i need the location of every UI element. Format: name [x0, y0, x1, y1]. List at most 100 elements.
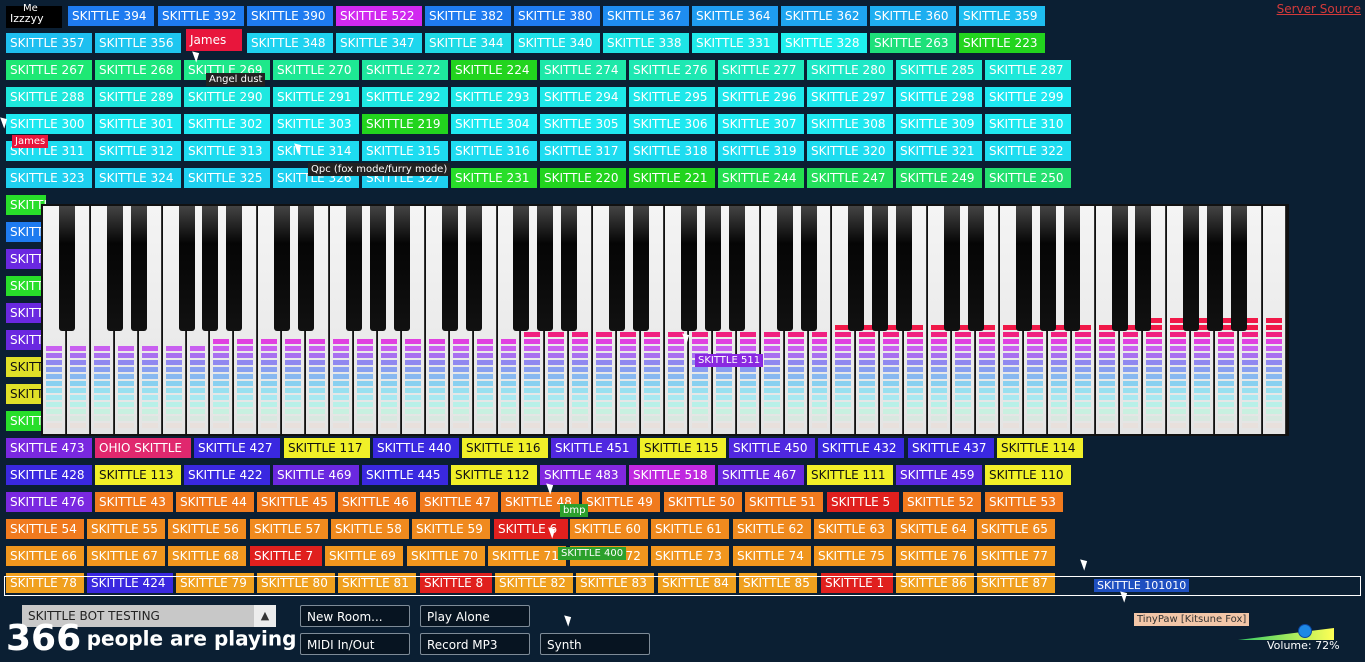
meter-segment: [189, 374, 206, 379]
meter-segment: [237, 388, 254, 393]
meter-segment: [763, 388, 780, 393]
meter-segment: [1218, 388, 1235, 393]
piano-black-key[interactable]: [1111, 206, 1128, 331]
piano-black-key[interactable]: [1207, 206, 1224, 331]
piano-black-key[interactable]: [872, 206, 889, 331]
piano-black-key[interactable]: [776, 206, 793, 331]
piano-black-key[interactable]: [561, 206, 578, 331]
piano-black-key[interactable]: [680, 206, 697, 331]
key-volume-meter: [189, 346, 206, 428]
meter-segment: [955, 409, 971, 414]
player-name-tag: SKITTLE 59: [412, 519, 490, 539]
player-name-tag: SKITTLE 74: [733, 546, 811, 566]
piano-white-key[interactable]: [1263, 206, 1286, 434]
piano-black-key[interactable]: [896, 206, 913, 331]
key-volume-meter: [691, 332, 708, 428]
meter-segment: [380, 423, 397, 428]
record-mp3-button[interactable]: Record MP3: [420, 633, 530, 655]
piano-black-key[interactable]: [1015, 206, 1032, 331]
volume-slider[interactable]: [1238, 624, 1334, 640]
piano-black-key[interactable]: [537, 206, 554, 331]
piano-black-key[interactable]: [848, 206, 865, 331]
piano-black-key[interactable]: [130, 206, 147, 331]
meter-segment: [69, 360, 86, 365]
meter-segment: [907, 346, 924, 351]
piano-black-key[interactable]: [609, 206, 626, 331]
meter-segment: [1266, 381, 1282, 386]
meter-segment: [141, 346, 158, 351]
meter-segment: [1074, 332, 1091, 337]
meter-segment: [357, 353, 373, 358]
meter-segment: [572, 381, 589, 386]
player-name-tag: SKITTLE 113: [95, 465, 181, 485]
meter-segment: [452, 367, 469, 372]
meter-segment: [428, 346, 445, 351]
piano-black-key[interactable]: [633, 206, 650, 331]
meter-segment: [572, 353, 589, 358]
piano-black-key[interactable]: [1231, 206, 1248, 331]
key-volume-meter: [1122, 325, 1139, 428]
volume-knob[interactable]: [1298, 624, 1312, 638]
meter-segment: [572, 360, 589, 365]
piano-black-key[interactable]: [968, 206, 984, 331]
meter-segment: [691, 409, 708, 414]
player-name-tag: SKITTLE 320: [807, 141, 893, 161]
piano-black-key[interactable]: [1063, 206, 1080, 331]
piano-black-key[interactable]: [369, 206, 386, 331]
player-count-number: 366: [6, 618, 82, 659]
meter-segment: [1170, 402, 1187, 407]
piano-black-key[interactable]: [944, 206, 961, 331]
piano-black-key[interactable]: [346, 206, 362, 331]
key-volume-meter: [1266, 318, 1282, 428]
meter-segment: [1242, 381, 1259, 386]
meter-segment: [1002, 402, 1019, 407]
piano-black-key[interactable]: [1135, 206, 1152, 331]
meter-segment: [644, 346, 660, 351]
meter-segment: [739, 339, 756, 344]
piano-black-key[interactable]: [202, 206, 219, 331]
piano-black-key[interactable]: [513, 206, 530, 331]
play-alone-button[interactable]: Play Alone: [420, 605, 530, 627]
player-name-tag: SKITTLE 116: [462, 438, 548, 458]
meter-segment: [1026, 381, 1043, 386]
midi-button[interactable]: MIDI In/Out: [300, 633, 410, 655]
meter-segment: [715, 402, 732, 407]
server-source-link[interactable]: Server Source: [1277, 2, 1361, 16]
meter-segment: [1218, 360, 1235, 365]
piano-black-key[interactable]: [704, 206, 721, 331]
meter-segment: [1026, 388, 1043, 393]
meter-segment: [787, 395, 804, 400]
meter-segment: [1050, 402, 1067, 407]
piano-black-key[interactable]: [465, 206, 482, 331]
meter-segment: [548, 360, 565, 365]
piano-keyboard[interactable]: [41, 204, 1289, 436]
piano-black-key[interactable]: [393, 206, 410, 331]
piano-black-key[interactable]: [58, 206, 75, 331]
player-name-tag: SKITTLE 348: [247, 33, 333, 53]
piano-black-key[interactable]: [274, 206, 291, 331]
meter-segment: [931, 423, 948, 428]
new-room-button[interactable]: New Room...: [300, 605, 410, 627]
meter-segment: [644, 353, 660, 358]
piano-black-key[interactable]: [178, 206, 195, 331]
meter-segment: [907, 332, 924, 337]
meter-segment: [285, 402, 302, 407]
player-name-tag: SKITTLE 1: [6, 384, 46, 404]
piano-black-key[interactable]: [106, 206, 123, 331]
player-name-tag: SKITTLE 4: [6, 303, 46, 323]
meter-segment: [883, 346, 900, 351]
piano-black-key[interactable]: [728, 206, 745, 331]
piano-black-key[interactable]: [800, 206, 817, 331]
piano-black-key[interactable]: [298, 206, 315, 331]
piano-black-key[interactable]: [1183, 206, 1200, 331]
meter-segment: [261, 360, 278, 365]
key-volume-meter: [596, 332, 613, 428]
piano-black-key[interactable]: [441, 206, 458, 331]
synth-button[interactable]: Synth: [540, 633, 650, 655]
piano-black-key[interactable]: [226, 206, 243, 331]
meter-segment: [979, 381, 995, 386]
player-name-tag: SKITTLE 322: [985, 141, 1071, 161]
meter-segment: [357, 395, 373, 400]
meter-segment: [117, 416, 134, 421]
piano-black-key[interactable]: [1039, 206, 1056, 331]
